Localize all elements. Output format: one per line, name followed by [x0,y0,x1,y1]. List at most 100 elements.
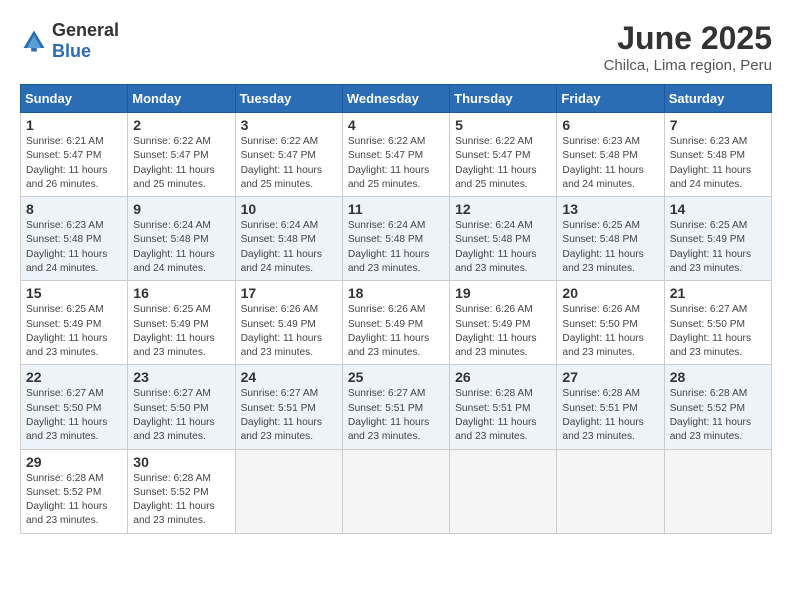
day-info: Sunrise: 6:22 AMSunset: 5:47 PMDaylight:… [455,135,551,192]
day-info: Sunrise: 6:24 AMSunset: 5:48 PMDaylight:… [241,219,337,276]
day-number: 2 [133,117,229,133]
logo-blue: Blue [52,41,91,61]
day-info: Sunrise: 6:23 AMSunset: 5:48 PMDaylight:… [26,219,122,276]
day-number: 30 [133,454,229,470]
calendar-day-cell: 17 Sunrise: 6:26 AMSunset: 5:49 PMDayligh… [235,281,342,365]
day-number: 16 [133,285,229,301]
calendar-day-cell: 29 Sunrise: 6:28 AMSunset: 5:52 PMDayligh… [21,449,128,533]
calendar-day-cell: 7 Sunrise: 6:23 AMSunset: 5:48 PMDaylight… [664,113,771,197]
day-info: Sunrise: 6:28 AMSunset: 5:51 PMDaylight:… [455,387,551,444]
logo: General Blue [20,20,119,62]
day-info: Sunrise: 6:27 AMSunset: 5:50 PMDaylight:… [133,387,229,444]
day-info: Sunrise: 6:27 AMSunset: 5:51 PMDaylight:… [348,387,444,444]
day-info: Sunrise: 6:25 AMSunset: 5:49 PMDaylight:… [670,219,766,276]
calendar-day-cell: 14 Sunrise: 6:25 AMSunset: 5:49 PMDayligh… [664,197,771,281]
calendar-day-cell [235,449,342,533]
day-number: 3 [241,117,337,133]
day-number: 5 [455,117,551,133]
day-info: Sunrise: 6:25 AMSunset: 5:49 PMDaylight:… [133,303,229,360]
calendar-day-cell [450,449,557,533]
calendar-day-cell: 5 Sunrise: 6:22 AMSunset: 5:47 PMDaylight… [450,113,557,197]
day-info: Sunrise: 6:24 AMSunset: 5:48 PMDaylight:… [348,219,444,276]
calendar-day-cell: 3Sunrise: 6:22 AMSunset: 5:47 PMDaylight… [235,113,342,197]
calendar-day-cell: 16 Sunrise: 6:25 AMSunset: 5:49 PMDayligh… [128,281,235,365]
day-number: 25 [348,369,444,385]
day-number: 15 [26,285,122,301]
day-number: 13 [562,201,658,217]
day-info: Sunrise: 6:23 AMSunset: 5:48 PMDaylight:… [562,135,658,192]
day-info: Sunrise: 6:26 AMSunset: 5:49 PMDaylight:… [455,303,551,360]
calendar-day-cell: 9 Sunrise: 6:24 AMSunset: 5:48 PMDaylight… [128,197,235,281]
calendar-day-cell: 24Sunrise: 6:27 AMSunset: 5:51 PMDayligh… [235,365,342,449]
day-number: 9 [133,201,229,217]
day-number: 6 [562,117,658,133]
calendar-table: SundayMondayTuesdayWednesdayThursdayFrid… [20,84,772,534]
day-number: 18 [348,285,444,301]
day-number: 14 [670,201,766,217]
day-number: 29 [26,454,122,470]
title-area: June 2025 Chilca, Lima region, Peru [604,20,772,74]
calendar-day-cell: 25 Sunrise: 6:27 AMSunset: 5:51 PMDayligh… [342,365,449,449]
calendar-day-cell [557,449,664,533]
calendar-week-row: 29 Sunrise: 6:28 AMSunset: 5:52 PMDayligh… [21,449,772,533]
day-info: Sunrise: 6:28 AMSunset: 5:52 PMDaylight:… [670,387,766,444]
day-number: 26 [455,369,551,385]
header-thursday: Thursday [450,85,557,113]
location-subtitle: Chilca, Lima region, Peru [604,57,772,74]
calendar-day-cell: 22Sunrise: 6:27 AMSunset: 5:50 PMDayligh… [21,365,128,449]
day-info: Sunrise: 6:22 AMSunset: 5:47 PMDaylight:… [133,135,229,192]
day-info: Sunrise: 6:26 AMSunset: 5:50 PMDaylight:… [562,303,658,360]
day-info: Sunrise: 6:23 AMSunset: 5:48 PMDaylight:… [670,135,766,192]
day-info: Sunrise: 6:26 AMSunset: 5:49 PMDaylight:… [348,303,444,360]
calendar-day-cell: 19 Sunrise: 6:26 AMSunset: 5:49 PMDayligh… [450,281,557,365]
calendar-header-row: SundayMondayTuesdayWednesdayThursdayFrid… [21,85,772,113]
calendar-day-cell [342,449,449,533]
day-number: 7 [670,117,766,133]
day-number: 19 [455,285,551,301]
header-wednesday: Wednesday [342,85,449,113]
calendar-day-cell: 26 Sunrise: 6:28 AMSunset: 5:51 PMDayligh… [450,365,557,449]
header-saturday: Saturday [664,85,771,113]
day-number: 4 [348,117,444,133]
calendar-day-cell: 11 Sunrise: 6:24 AMSunset: 5:48 PMDayligh… [342,197,449,281]
calendar-week-row: 8Sunrise: 6:23 AMSunset: 5:48 PMDaylight… [21,197,772,281]
header-tuesday: Tuesday [235,85,342,113]
day-info: Sunrise: 6:24 AMSunset: 5:48 PMDaylight:… [133,219,229,276]
day-number: 23 [133,369,229,385]
day-info: Sunrise: 6:28 AMSunset: 5:52 PMDaylight:… [26,472,122,529]
day-number: 17 [241,285,337,301]
calendar-day-cell [664,449,771,533]
calendar-day-cell: 1 Sunrise: 6:21 AMSunset: 5:47 PMDaylight… [21,113,128,197]
day-number: 12 [455,201,551,217]
day-number: 1 [26,117,122,133]
calendar-day-cell: 12Sunrise: 6:24 AMSunset: 5:48 PMDayligh… [450,197,557,281]
calendar-day-cell: 10 Sunrise: 6:24 AMSunset: 5:48 PMDayligh… [235,197,342,281]
day-number: 10 [241,201,337,217]
header-sunday: Sunday [21,85,128,113]
calendar-day-cell: 27 Sunrise: 6:28 AMSunset: 5:51 PMDayligh… [557,365,664,449]
month-title: June 2025 [604,20,772,57]
calendar-week-row: 15 Sunrise: 6:25 AMSunset: 5:49 PMDayligh… [21,281,772,365]
calendar-day-cell: 15Sunrise: 6:25 AMSunset: 5:49 PMDayligh… [21,281,128,365]
day-number: 11 [348,201,444,217]
calendar-day-cell: 8Sunrise: 6:23 AMSunset: 5:48 PMDaylight… [21,197,128,281]
calendar-day-cell: 20 Sunrise: 6:26 AMSunset: 5:50 PMDayligh… [557,281,664,365]
day-number: 28 [670,369,766,385]
calendar-day-cell: 28 Sunrise: 6:28 AMSunset: 5:52 PMDayligh… [664,365,771,449]
calendar-week-row: 1 Sunrise: 6:21 AMSunset: 5:47 PMDaylight… [21,113,772,197]
header-monday: Monday [128,85,235,113]
calendar-week-row: 22Sunrise: 6:27 AMSunset: 5:50 PMDayligh… [21,365,772,449]
day-info: Sunrise: 6:26 AMSunset: 5:49 PMDaylight:… [241,303,337,360]
day-number: 27 [562,369,658,385]
calendar-day-cell: 30 Sunrise: 6:28 AMSunset: 5:52 PMDayligh… [128,449,235,533]
calendar-day-cell: 21Sunrise: 6:27 AMSunset: 5:50 PMDayligh… [664,281,771,365]
day-info: Sunrise: 6:27 AMSunset: 5:51 PMDaylight:… [241,387,337,444]
day-info: Sunrise: 6:22 AMSunset: 5:47 PMDaylight:… [348,135,444,192]
page-header: General Blue June 2025 Chilca, Lima regi… [20,20,772,74]
day-info: Sunrise: 6:21 AMSunset: 5:47 PMDaylight:… [26,135,122,192]
day-info: Sunrise: 6:28 AMSunset: 5:51 PMDaylight:… [562,387,658,444]
calendar-day-cell: 4 Sunrise: 6:22 AMSunset: 5:47 PMDaylight… [342,113,449,197]
day-number: 20 [562,285,658,301]
day-info: Sunrise: 6:27 AMSunset: 5:50 PMDaylight:… [26,387,122,444]
day-info: Sunrise: 6:28 AMSunset: 5:52 PMDaylight:… [133,472,229,529]
